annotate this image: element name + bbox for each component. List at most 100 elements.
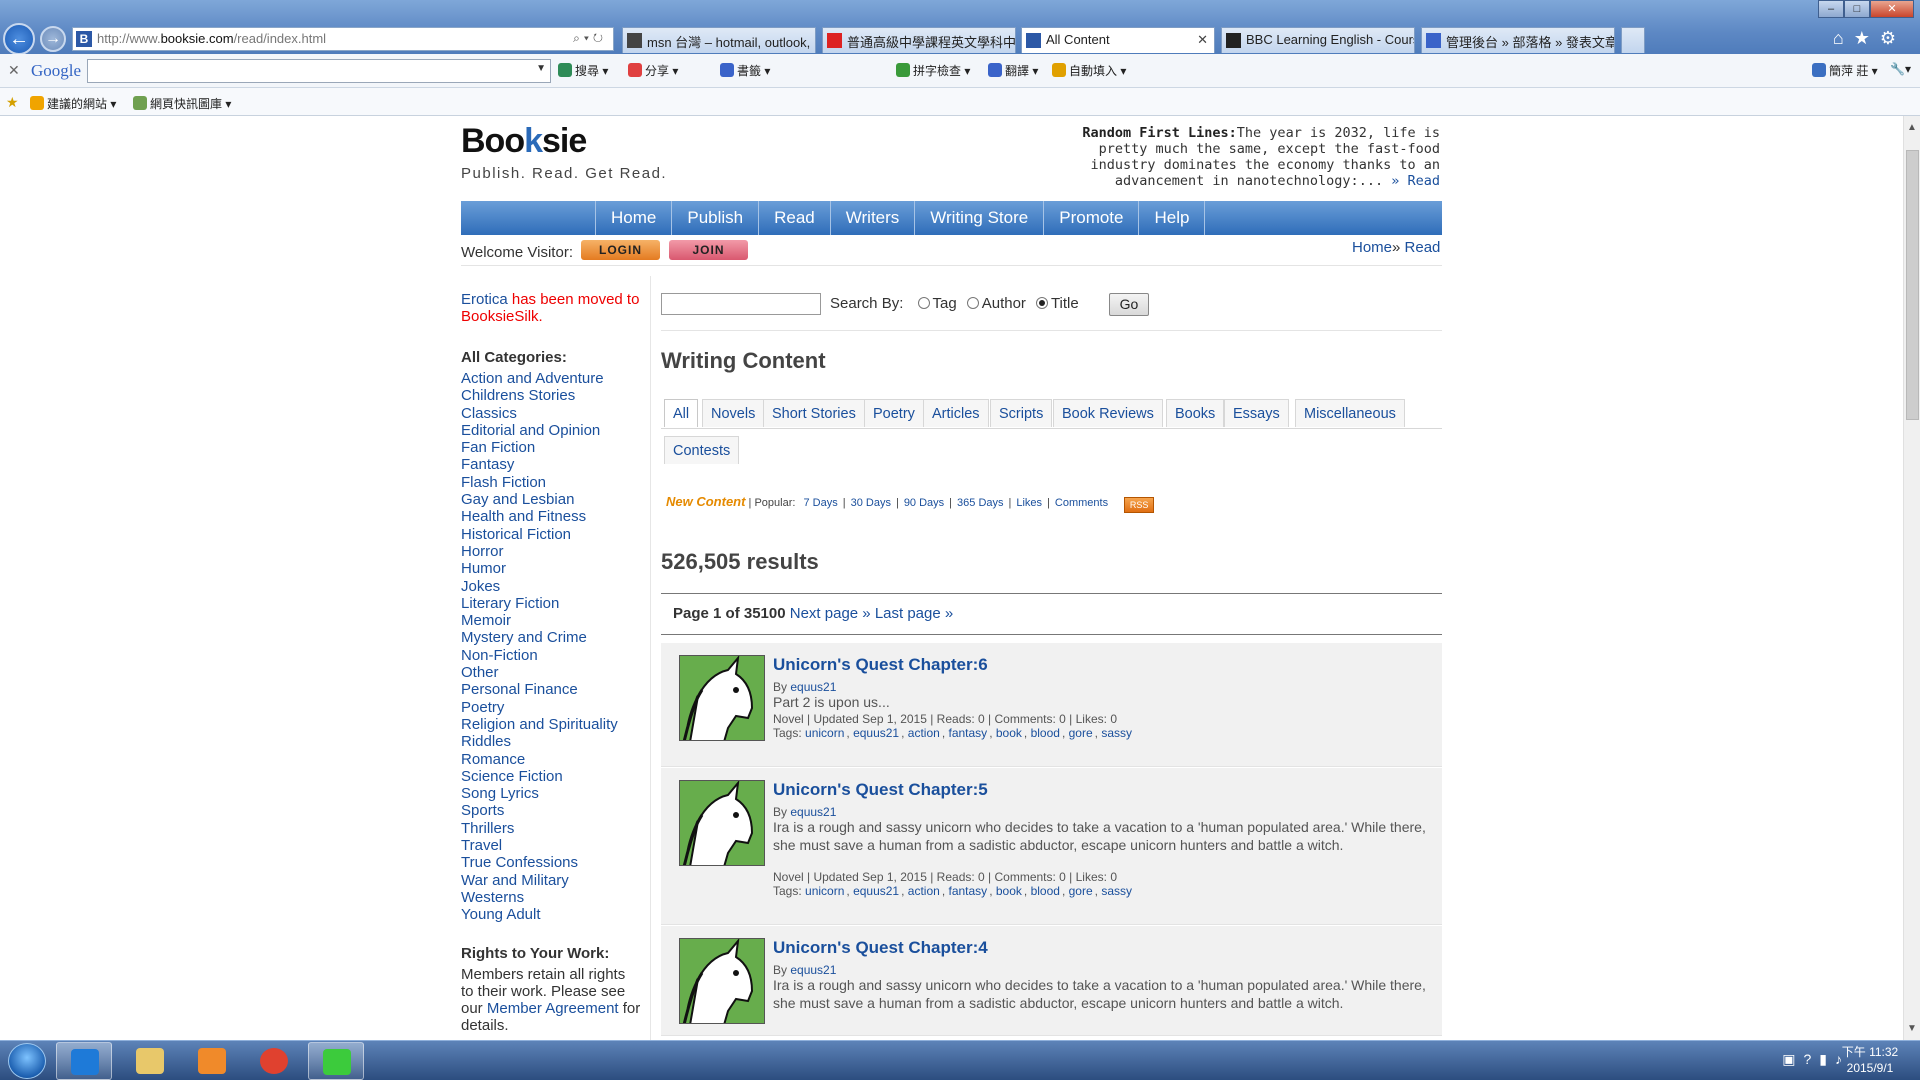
favorites-star-icon[interactable]: ★ xyxy=(1854,28,1880,48)
tag-link[interactable]: unicorn xyxy=(805,884,844,898)
random-first-lines-read-link[interactable]: » Read xyxy=(1391,173,1440,189)
tag-link[interactable]: fantasy xyxy=(948,726,987,740)
media-player-icon[interactable] xyxy=(184,1042,240,1080)
scroll-thumb[interactable] xyxy=(1906,150,1919,420)
favorites-star-icon[interactable]: ★ xyxy=(6,94,19,111)
nav-writing-store[interactable]: Writing Store xyxy=(914,201,1043,235)
tab-novels[interactable]: Novels xyxy=(702,399,765,427)
category-link[interactable]: Religion and Spirituality xyxy=(461,716,618,733)
toolbar-item[interactable]: 書籤 ▾ xyxy=(720,62,770,79)
fav-suggested-sites[interactable]: 建議的網站 ▾ xyxy=(30,95,116,112)
tab-all[interactable]: All xyxy=(664,399,699,427)
address-bar[interactable]: B http://www.booksie.com/read/index.html… xyxy=(72,27,614,51)
tag-link[interactable]: unicorn xyxy=(805,726,844,740)
popular-link[interactable]: 365 Days xyxy=(957,497,1003,509)
tag-link[interactable]: equus21 xyxy=(853,726,899,740)
home-icon[interactable]: ⌂ xyxy=(1833,28,1854,48)
minimize-button[interactable]: – xyxy=(1818,0,1844,18)
forward-button[interactable]: → xyxy=(40,26,66,52)
category-link[interactable]: Song Lyrics xyxy=(461,785,539,802)
browser-tab[interactable]: All Content ✕ xyxy=(1021,27,1215,53)
category-link[interactable]: Editorial and Opinion xyxy=(461,422,600,439)
category-link[interactable]: Humor xyxy=(461,560,506,577)
tab-books[interactable]: Books xyxy=(1166,399,1225,427)
user-account[interactable]: 簡萍 莊 ▾ xyxy=(1812,62,1878,79)
help-icon[interactable]: ? xyxy=(1803,1051,1819,1067)
new-tab-button[interactable] xyxy=(1621,27,1645,53)
tag-link[interactable]: book xyxy=(996,726,1022,740)
entry-title-link[interactable]: Unicorn's Quest Chapter:4 xyxy=(773,938,988,958)
browser-tab[interactable]: BBC Learning English - Cours... xyxy=(1221,27,1415,53)
radio-tag[interactable] xyxy=(917,297,930,309)
tab-miscellaneous[interactable]: Miscellaneous xyxy=(1295,399,1405,427)
category-link[interactable]: Non-Fiction xyxy=(461,647,538,664)
category-link[interactable]: Horror xyxy=(461,543,504,560)
tag-link[interactable]: blood xyxy=(1031,726,1060,740)
scroll-up-icon[interactable]: ▲ xyxy=(1907,122,1917,133)
join-button[interactable]: JOIN xyxy=(669,240,748,260)
tab-poetry[interactable]: Poetry xyxy=(864,399,924,427)
nav-read[interactable]: Read xyxy=(758,201,830,235)
tray-icon[interactable]: ▣ xyxy=(1782,1051,1803,1067)
tag-link[interactable]: book xyxy=(996,884,1022,898)
author-link[interactable]: equus21 xyxy=(790,680,836,694)
radio-author[interactable] xyxy=(966,297,979,309)
category-link[interactable]: Flash Fiction xyxy=(461,474,546,491)
tab-contests[interactable]: Contests xyxy=(664,436,740,464)
category-link[interactable]: Science Fiction xyxy=(461,768,563,785)
unicorn-thumbnail[interactable] xyxy=(679,780,765,866)
nav-writers[interactable]: Writers xyxy=(829,201,915,235)
tag-link[interactable]: sassy xyxy=(1101,726,1132,740)
category-link[interactable]: Action and Adventure xyxy=(461,370,604,387)
popular-link[interactable]: Likes xyxy=(1016,497,1042,509)
last-page-link[interactable]: Last page » xyxy=(875,605,953,622)
browser-tab[interactable]: 管理後台 » 部落格 » 發表文章 xyxy=(1421,27,1615,53)
go-button[interactable]: Go xyxy=(1109,293,1149,316)
network-icon[interactable]: ▮ xyxy=(1819,1051,1835,1067)
tab-articles[interactable]: Articles xyxy=(923,399,989,427)
category-link[interactable]: Westerns xyxy=(461,889,524,906)
new-content-link[interactable]: New Content xyxy=(666,494,745,509)
author-link[interactable]: equus21 xyxy=(790,805,836,819)
author-link[interactable]: equus21 xyxy=(790,963,836,977)
back-button[interactable]: ← xyxy=(3,23,35,55)
category-link[interactable]: Sports xyxy=(461,802,504,819)
category-link[interactable]: Other xyxy=(461,664,499,681)
scroll-down-icon[interactable]: ▼ xyxy=(1907,1023,1917,1034)
tag-link[interactable]: equus21 xyxy=(853,884,899,898)
tab-book-reviews[interactable]: Book Reviews xyxy=(1053,399,1163,427)
toolbar-item[interactable]: 拼字檢查 ▾ xyxy=(896,62,970,79)
radio-title[interactable] xyxy=(1035,297,1048,309)
start-button[interactable] xyxy=(8,1043,46,1079)
tag-link[interactable]: gore xyxy=(1069,726,1093,740)
login-button[interactable]: LOGIN xyxy=(581,240,660,260)
category-link[interactable]: Young Adult xyxy=(461,906,541,923)
internet-explorer-icon[interactable] xyxy=(56,1042,112,1080)
category-link[interactable]: Health and Fitness xyxy=(461,508,586,525)
popular-link[interactable]: 30 Days xyxy=(851,497,891,509)
google-search-input[interactable]: ▼ xyxy=(87,59,551,83)
category-link[interactable]: Memoir xyxy=(461,612,511,629)
category-link[interactable]: Personal Finance xyxy=(461,681,578,698)
popular-link[interactable]: 90 Days xyxy=(904,497,944,509)
category-link[interactable]: War and Military xyxy=(461,872,569,889)
category-link[interactable]: Fan Fiction xyxy=(461,439,535,456)
search-input[interactable] xyxy=(661,293,821,315)
member-agreement-link[interactable]: Member Agreement xyxy=(487,1000,619,1017)
nav-home[interactable]: Home xyxy=(595,201,671,235)
toolbar-item[interactable]: 搜尋 ▾ xyxy=(558,62,608,79)
category-link[interactable]: Classics xyxy=(461,405,517,422)
toolbar-close-icon[interactable]: ✕ xyxy=(8,62,20,79)
close-tab-icon[interactable]: ✕ xyxy=(1197,32,1208,48)
category-link[interactable]: Childrens Stories xyxy=(461,387,575,404)
popular-link[interactable]: Comments xyxy=(1055,497,1108,509)
tab-scripts[interactable]: Scripts xyxy=(990,399,1053,427)
settings-gear-icon[interactable]: ⚙ xyxy=(1880,28,1906,48)
category-link[interactable]: Riddles xyxy=(461,733,511,750)
dropdown-arrow-icon[interactable]: ▼ xyxy=(536,63,546,74)
category-link[interactable]: Mystery and Crime xyxy=(461,629,587,646)
category-link[interactable]: Gay and Lesbian xyxy=(461,491,574,508)
booksiesilk-link[interactable]: BooksieSilk xyxy=(461,308,539,325)
browser-tab[interactable]: msn 台灣 – hotmail, outlook, xyxy=(622,27,816,53)
file-explorer-icon[interactable] xyxy=(122,1042,178,1080)
